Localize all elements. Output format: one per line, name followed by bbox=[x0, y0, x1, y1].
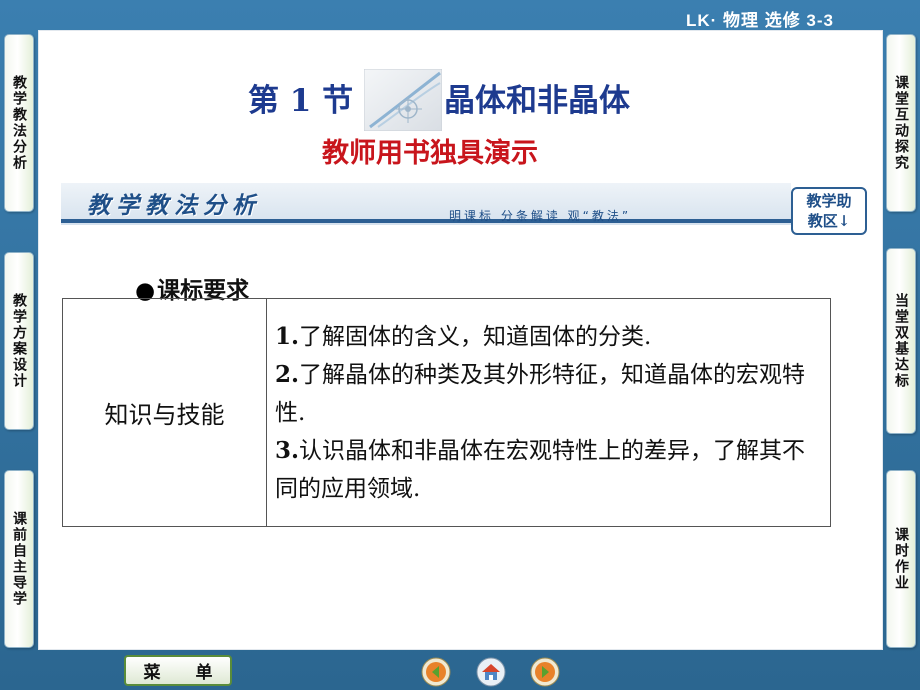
nav-tab-label: 教学方案设计 bbox=[11, 293, 27, 389]
page-subtitle: 教师用书独具演示 bbox=[322, 138, 538, 169]
item-number: 3. bbox=[275, 436, 300, 464]
nav-tab-label: 课堂互动探究 bbox=[893, 75, 909, 171]
banner-tagline: 明课标 分条解读 观“教法” bbox=[449, 209, 632, 223]
home-icon[interactable] bbox=[476, 657, 506, 687]
nav-tab-pre-class-study[interactable]: 课前自主导学 bbox=[4, 470, 34, 648]
next-icon[interactable] bbox=[530, 657, 560, 687]
nav-tab-label: 教学教法分析 bbox=[11, 75, 27, 171]
nav-tab-classroom-interaction[interactable]: 课堂互动探究 bbox=[886, 34, 916, 212]
section-number: 第 1 节 bbox=[248, 83, 354, 119]
nav-tab-basic-skills-check[interactable]: 当堂双基达标 bbox=[886, 248, 916, 434]
content-panel: 第 1 节 晶体和非晶体 教师用书独具演示 教学教法分析 明课标 分条解读 观“… bbox=[38, 30, 883, 650]
item-number: 2. bbox=[275, 360, 300, 388]
crosshair-emblem-icon bbox=[364, 69, 442, 131]
banner-title: 教学教法分析 bbox=[87, 192, 261, 219]
menu-label-char: 菜 bbox=[143, 663, 161, 683]
list-item: 1.了解固体的含义，知道固体的分类. bbox=[275, 318, 824, 356]
item-text: 了解固体的含义，知道固体的分类. bbox=[299, 323, 652, 350]
item-text: 认识晶体和非晶体在宏观特性上的差异，了解其不同的应用领域. bbox=[275, 437, 806, 502]
nav-tab-teaching-analysis[interactable]: 教学教法分析 bbox=[4, 34, 34, 212]
nav-tab-label: 当堂双基达标 bbox=[893, 293, 909, 389]
requirements-table: 知识与技能 1.了解固体的含义，知道固体的分类. 2.了解晶体的种类及其外形特征… bbox=[62, 298, 831, 527]
list-item: 2.了解晶体的种类及其外形特征，知道晶体的宏观特性. bbox=[275, 356, 824, 432]
menu-label-char: 单 bbox=[195, 663, 213, 683]
nav-tab-label: 课时作业 bbox=[893, 527, 909, 591]
item-number: 1. bbox=[275, 322, 300, 350]
category-cell: 知识与技能 bbox=[62, 298, 267, 527]
section-title: 晶体和非晶体 bbox=[444, 83, 630, 119]
helper-label-line1: 教学助 bbox=[806, 192, 852, 210]
list-item: 3.认识晶体和非晶体在宏观特性上的差异，了解其不同的应用领域. bbox=[275, 432, 824, 508]
menu-button[interactable]: 菜 单 bbox=[124, 655, 232, 686]
items-cell: 1.了解固体的含义，知道固体的分类. 2.了解晶体的种类及其外形特征，知道晶体的… bbox=[266, 298, 831, 527]
page-title: 第 1 节 晶体和非晶体 bbox=[39, 69, 884, 131]
prev-icon[interactable] bbox=[421, 657, 451, 687]
course-label: LK· 物理 选修 3-3 bbox=[685, 11, 834, 30]
nav-tab-teaching-plan[interactable]: 教学方案设计 bbox=[4, 252, 34, 430]
item-text: 了解晶体的种类及其外形特征，知道晶体的宏观特性. bbox=[275, 361, 806, 426]
teaching-helper-button[interactable]: 教学助 教区↓ bbox=[791, 187, 867, 235]
nav-tab-label: 课前自主导学 bbox=[11, 511, 27, 607]
table-row: 知识与技能 1.了解固体的含义，知道固体的分类. 2.了解晶体的种类及其外形特征… bbox=[62, 298, 831, 527]
nav-tab-homework[interactable]: 课时作业 bbox=[886, 470, 916, 648]
section-banner: 教学教法分析 明课标 分条解读 观“教法” 教学助 教区↓ bbox=[61, 177, 867, 235]
bottom-bar: 菜 单 bbox=[0, 652, 920, 690]
helper-label-line2: 教区↓ bbox=[807, 212, 851, 230]
